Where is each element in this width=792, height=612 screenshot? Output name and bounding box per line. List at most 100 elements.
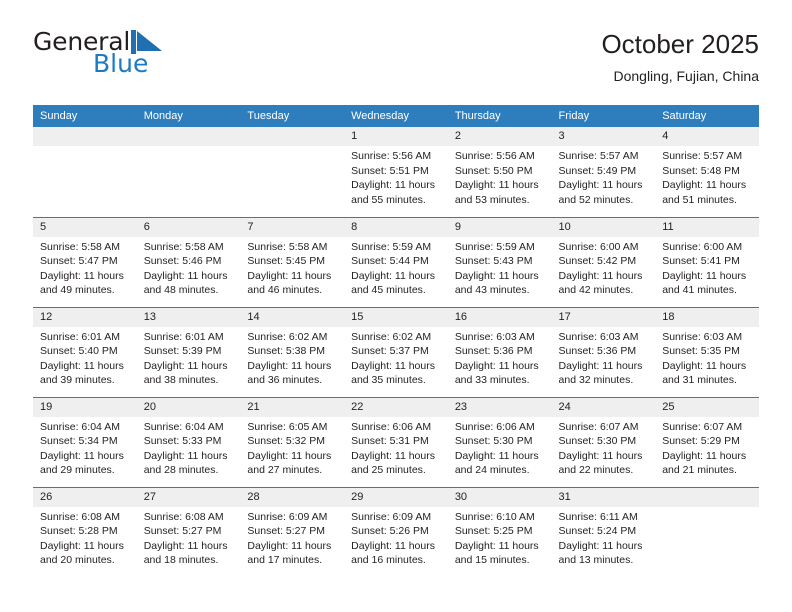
calendar-day-cell[interactable]: 21 Sunrise: 6:05 AM Sunset: 5:32 PM Dayligh… xyxy=(240,396,345,487)
day-number: 2 xyxy=(447,127,552,146)
daylight-text-line1: Daylight: 11 hours xyxy=(454,269,539,282)
calendar-day-cell[interactable]: 6 Sunrise: 5:58 AM Sunset: 5:46 PM Daylight… xyxy=(136,216,241,307)
day-sun-info: Sunrise: 5:56 AM Sunset: 5:51 PM Daylight:… xyxy=(344,146,448,207)
day-number: 7 xyxy=(240,217,345,237)
sunset-text: Sunset: 5:49 PM xyxy=(558,164,637,177)
sunrise-text: Sunrise: 5:57 AM xyxy=(662,150,743,162)
calendar-day-cell[interactable]: 30 Sunrise: 6:10 AM Sunset: 5:25 PM Dayligh… xyxy=(447,486,552,577)
day-number: 27 xyxy=(136,487,241,507)
calendar-day-cell[interactable]: 5 Sunrise: 5:58 AM Sunset: 5:47 PM Daylight… xyxy=(33,216,137,307)
daylight-text-line1: Daylight: 11 hours xyxy=(558,449,643,462)
sunset-text: Sunset: 5:24 PM xyxy=(558,525,637,538)
calendar-day-cell[interactable]: 22 Sunrise: 6:06 AM Sunset: 5:31 PM Dayligh… xyxy=(344,396,448,487)
calendar-day-cell[interactable]: 18 Sunrise: 6:03 AM Sunset: 5:35 PM Dayligh… xyxy=(655,306,759,397)
calendar-day-cell[interactable]: 9 Sunrise: 5:59 AM Sunset: 5:43 PM Daylight… xyxy=(447,216,552,307)
day-number: 15 xyxy=(344,307,448,327)
daylight-text-line1: Daylight: 11 hours xyxy=(247,539,332,552)
calendar-day-cell[interactable]: 27 Sunrise: 6:08 AM Sunset: 5:27 PM Dayligh… xyxy=(136,486,241,577)
daylight-text-line2: and 20 minutes. xyxy=(40,554,115,567)
day-number: 18 xyxy=(655,307,759,327)
daylight-text-line1: Daylight: 11 hours xyxy=(662,269,747,282)
day-sun-info: Sunrise: 6:02 AM Sunset: 5:37 PM Daylight:… xyxy=(344,327,448,388)
day-sun-info: Sunrise: 6:06 AM Sunset: 5:31 PM Daylight:… xyxy=(344,417,448,478)
calendar-day-cell[interactable]: 13 Sunrise: 6:01 AM Sunset: 5:39 PM Dayligh… xyxy=(136,306,241,397)
calendar-day-cell[interactable]: 29 Sunrise: 6:09 AM Sunset: 5:26 PM Dayligh… xyxy=(344,486,448,577)
daylight-text-line1: Daylight: 11 hours xyxy=(558,179,643,192)
calendar-day-cell[interactable]: 23 Sunrise: 6:06 AM Sunset: 5:30 PM Dayligh… xyxy=(447,396,552,487)
daylight-text-line1: Daylight: 11 hours xyxy=(662,449,747,462)
calendar-day-cell[interactable]: 25 Sunrise: 6:07 AM Sunset: 5:29 PM Dayligh… xyxy=(655,396,759,487)
sunrise-text: Sunrise: 6:03 AM xyxy=(558,330,639,343)
calendar-week-row: 12 Sunrise: 6:01 AM Sunset: 5:40 PM Dayligh… xyxy=(33,306,759,397)
sunset-text: Sunset: 5:43 PM xyxy=(454,255,533,268)
daylight-text-line2: and 41 minutes. xyxy=(662,284,737,297)
daylight-text-line2: and 28 minutes. xyxy=(143,464,219,477)
calendar-day-cell[interactable]: 28 Sunrise: 6:09 AM Sunset: 5:27 PM Dayligh… xyxy=(240,486,345,577)
calendar-day-cell[interactable]: 1 Sunrise: 5:56 AM Sunset: 5:51 PM Daylight… xyxy=(344,127,448,217)
day-sun-info: Sunrise: 6:10 AM Sunset: 5:25 PM Daylight:… xyxy=(448,507,552,568)
calendar-day-cell[interactable]: 14 Sunrise: 6:02 AM Sunset: 5:38 PM Dayligh… xyxy=(240,306,345,397)
day-sun-info: Sunrise: 5:56 AM Sunset: 5:50 PM Daylight:… xyxy=(448,146,552,207)
sunset-text: Sunset: 5:25 PM xyxy=(454,525,533,538)
calendar-day-cell[interactable]: 11 Sunrise: 6:00 AM Sunset: 5:41 PM Dayligh… xyxy=(655,216,759,307)
sunrise-text: Sunrise: 6:01 AM xyxy=(40,330,120,343)
daylight-text-line1: Daylight: 11 hours xyxy=(143,269,228,282)
daylight-text-line1: Daylight: 11 hours xyxy=(247,359,332,372)
sunset-text: Sunset: 5:32 PM xyxy=(247,435,326,448)
day-number: 24 xyxy=(551,397,656,417)
calendar-header-row: Sunday Monday Tuesday Wednesday Thursday Frid… xyxy=(33,105,759,127)
sunset-text: Sunset: 5:39 PM xyxy=(143,345,222,358)
calendar-day-cell[interactable]: 7 Sunrise: 5:58 AM Sunset: 5:45 PM Daylight… xyxy=(240,216,345,307)
sunrise-text: Sunrise: 5:56 AM xyxy=(454,150,535,162)
day-sun-info: Sunrise: 6:08 AM Sunset: 5:27 PM Daylight:… xyxy=(137,507,241,568)
brand-logo[interactable]: General Blue xyxy=(33,28,333,77)
daylight-text-line2: and 46 minutes. xyxy=(247,284,323,297)
sunset-text: Sunset: 5:33 PM xyxy=(143,435,222,448)
day-sun-info: Sunrise: 6:07 AM Sunset: 5:29 PM Daylight:… xyxy=(655,417,759,478)
daylight-text-line2: and 18 minutes. xyxy=(143,554,219,567)
day-sun-info: Sunrise: 6:11 AM Sunset: 5:24 PM Daylight:… xyxy=(552,507,656,568)
sunrise-text: Sunrise: 5:58 AM xyxy=(40,240,120,253)
calendar-grid: Sunday Monday Tuesday Wednesday Thursday Frid… xyxy=(33,105,759,577)
daylight-text-line1: Daylight: 11 hours xyxy=(662,179,747,192)
daylight-text-line1: Daylight: 11 hours xyxy=(40,269,124,282)
calendar-day-cell[interactable]: 24 Sunrise: 6:07 AM Sunset: 5:30 PM Dayligh… xyxy=(551,396,656,487)
daylight-text-line2: and 25 minutes. xyxy=(351,464,426,477)
sunset-text: Sunset: 5:30 PM xyxy=(454,435,533,448)
calendar-day-cell[interactable]: 10 Sunrise: 6:00 AM Sunset: 5:42 PM Dayligh… xyxy=(551,216,656,307)
day-sun-info: Sunrise: 5:57 AM Sunset: 5:49 PM Daylight:… xyxy=(552,146,656,207)
calendar-day-cell[interactable]: 4 Sunrise: 5:57 AM Sunset: 5:48 PM Daylight… xyxy=(655,127,759,217)
calendar-day-cell[interactable]: 2 Sunrise: 5:56 AM Sunset: 5:50 PM Daylight… xyxy=(447,127,552,217)
calendar-day-cell[interactable]: 12 Sunrise: 6:01 AM Sunset: 5:40 PM Dayligh… xyxy=(33,306,137,397)
sunset-text: Sunset: 5:50 PM xyxy=(454,164,533,177)
calendar-day-cell[interactable]: 3 Sunrise: 5:57 AM Sunset: 5:49 PM Daylight… xyxy=(551,127,656,217)
sunrise-text: Sunrise: 5:56 AM xyxy=(351,150,432,162)
daylight-text-line2: and 52 minutes. xyxy=(558,193,634,206)
day-sun-info: Sunrise: 6:02 AM Sunset: 5:38 PM Daylight:… xyxy=(240,327,344,388)
calendar-day-cell[interactable]: 8 Sunrise: 5:59 AM Sunset: 5:44 PM Daylight… xyxy=(344,216,448,307)
day-number: 17 xyxy=(551,307,656,327)
calendar-day-cell[interactable]: 20 Sunrise: 6:04 AM Sunset: 5:33 PM Dayligh… xyxy=(136,396,241,487)
calendar-day-cell[interactable]: 17 Sunrise: 6:03 AM Sunset: 5:36 PM Dayligh… xyxy=(551,306,656,397)
calendar-page: General Blue October 2025 Dongling, Fuji… xyxy=(0,0,792,612)
day-sun-info: Sunrise: 6:01 AM Sunset: 5:39 PM Daylight:… xyxy=(137,327,241,388)
calendar-day-cell[interactable]: 26 Sunrise: 6:08 AM Sunset: 5:28 PM Dayligh… xyxy=(33,486,137,577)
weekday-header-wednesday: Wednesday xyxy=(344,105,448,127)
day-number: 9 xyxy=(447,217,552,237)
calendar-day-cell[interactable]: 16 Sunrise: 6:03 AM Sunset: 5:36 PM Dayligh… xyxy=(447,306,552,397)
day-number: 3 xyxy=(551,127,656,146)
sunrise-text: Sunrise: 6:01 AM xyxy=(143,330,224,343)
calendar-day-cell[interactable]: 19 Sunrise: 6:04 AM Sunset: 5:34 PM Dayligh… xyxy=(33,396,137,487)
daylight-text-line2: and 49 minutes. xyxy=(40,284,115,297)
calendar-week-row: 5 Sunrise: 5:58 AM Sunset: 5:47 PM Daylight… xyxy=(33,216,759,307)
calendar-day-cell[interactable]: 15 Sunrise: 6:02 AM Sunset: 5:37 PM Dayligh… xyxy=(344,306,448,397)
sunrise-text: Sunrise: 6:08 AM xyxy=(40,510,120,523)
weekday-header-monday: Monday xyxy=(136,105,241,127)
sunset-text: Sunset: 5:31 PM xyxy=(351,435,429,448)
daylight-text-line1: Daylight: 11 hours xyxy=(40,359,124,372)
sunset-text: Sunset: 5:47 PM xyxy=(40,255,118,268)
sunrise-text: Sunrise: 6:07 AM xyxy=(558,420,639,433)
calendar-day-cell[interactable]: 31 Sunrise: 6:11 AM Sunset: 5:24 PM Dayligh… xyxy=(551,486,656,577)
daylight-text-line1: Daylight: 11 hours xyxy=(351,359,435,372)
sunrise-text: Sunrise: 6:02 AM xyxy=(351,330,432,343)
